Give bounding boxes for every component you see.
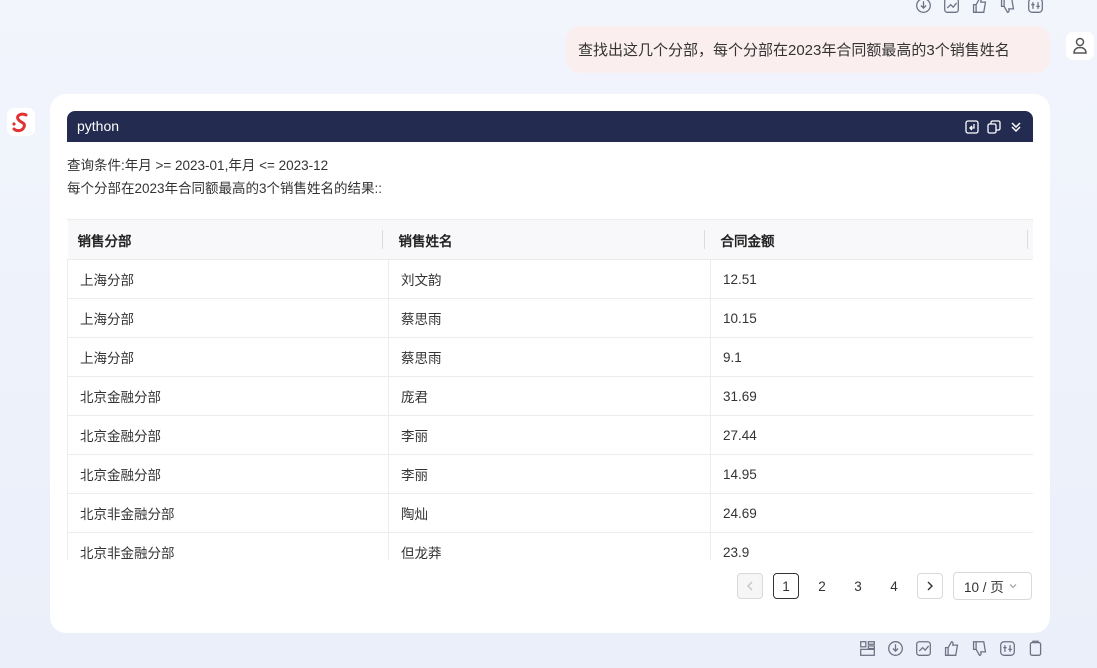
table-row: 北京金融分部 庞君 31.69 — [67, 376, 1033, 416]
table-row: 北京金融分部 李丽 27.44 — [67, 415, 1033, 455]
table-row: 上海分部 蔡思雨 10.15 — [67, 298, 1033, 338]
code-block-header: python — [67, 111, 1033, 142]
column-header[interactable]: 销售分部 — [67, 220, 389, 260]
table-row: 上海分部 刘文韵 12.51 — [67, 259, 1033, 299]
user-message-text: 查找出这几个分部，每个分部在2023年合同额最高的3个销售姓名 — [578, 42, 1010, 59]
query-condition: 查询条件:年月 >= 2023-01,年月 <= 2023-12 — [67, 158, 329, 173]
page-number-button[interactable]: 1 — [773, 573, 799, 599]
table-cell: 蔡思雨 — [388, 337, 711, 377]
result-title: 每个分部在2023年合同额最高的3个销售姓名的结果:: — [67, 181, 383, 196]
thumbs-down-icon[interactable] — [998, 0, 1017, 15]
prev-page-button[interactable] — [737, 573, 763, 599]
table-cell: 蔡思雨 — [388, 298, 711, 338]
table-row: 北京金融分部 李丽 14.95 — [67, 454, 1033, 494]
table-cell: 刘文韵 — [388, 259, 711, 299]
table-header-row: 销售分部 销售姓名 合同金额 — [67, 220, 1033, 260]
table-cell: 上海分部 — [67, 337, 389, 377]
table-cell: 14.95 — [710, 454, 1033, 494]
table-cell: 上海分部 — [67, 298, 389, 338]
table-cell: 但龙莽 — [388, 532, 711, 560]
table-cell: 23.9 — [710, 532, 1033, 560]
download-icon[interactable] — [886, 639, 905, 658]
table-row: 北京非金融分部 但龙莽 23.9 — [67, 532, 1033, 560]
chevron-down-icon — [1008, 581, 1018, 591]
table-cell: 12.51 — [710, 259, 1033, 299]
thumbs-up-icon[interactable] — [942, 639, 961, 658]
column-header[interactable]: 合同金额 — [710, 220, 1033, 260]
table-cell: 北京非金融分部 — [67, 493, 389, 533]
table-cell: 上海分部 — [67, 259, 389, 299]
assistant-response-card: python 查询条件:年月 >= 2023-01,年月 <= 2023-12 … — [50, 94, 1050, 633]
page-size-select[interactable]: 10 / 页 — [953, 572, 1032, 600]
table-cell: 庞君 — [388, 376, 711, 416]
table-cell: 北京金融分部 — [67, 454, 389, 494]
user-message-bubble: 查找出这几个分部，每个分部在2023年合同额最高的3个销售姓名 — [566, 26, 1050, 73]
layout-icon[interactable] — [858, 639, 877, 658]
table-cell: 陶灿 — [388, 493, 711, 533]
page-size-value: 10 / 页 — [964, 580, 1004, 595]
table-cell: 31.69 — [710, 376, 1033, 416]
top-message-actions — [914, 0, 1045, 15]
table-cell: 24.69 — [710, 493, 1033, 533]
settings-icon[interactable] — [998, 639, 1017, 658]
code-language-label: python — [77, 118, 120, 134]
result-table[interactable]: 销售分部 销售姓名 合同金额 上海分部 刘文韵 12.51 上海分部 蔡思雨 10.15… — [67, 219, 1033, 560]
collapse-icon[interactable] — [1009, 120, 1023, 134]
table-row: 上海分部 蔡思雨 9.1 — [67, 337, 1033, 377]
table-cell: 27.44 — [710, 415, 1033, 455]
insert-icon[interactable] — [965, 119, 979, 134]
chevron-right-icon — [926, 581, 934, 591]
column-header[interactable]: 销售姓名 — [388, 220, 711, 260]
table-cell: 9.1 — [710, 337, 1033, 377]
page-number-button[interactable]: 3 — [845, 573, 871, 599]
table-cell: 10.15 — [710, 298, 1033, 338]
table-cell: 北京金融分部 — [67, 415, 389, 455]
bottom-message-actions — [858, 639, 1045, 658]
user-icon — [1072, 37, 1088, 55]
page-number-button[interactable]: 4 — [881, 573, 907, 599]
chevron-left-icon — [746, 581, 754, 591]
table-cell: 李丽 — [388, 454, 711, 494]
clipboard-icon[interactable] — [1026, 639, 1045, 658]
table-cell: 李丽 — [388, 415, 711, 455]
thumbs-down-icon[interactable] — [970, 639, 989, 658]
chart-icon[interactable] — [914, 639, 933, 658]
assistant-logo-icon — [10, 111, 32, 133]
code-block-actions — [965, 111, 1023, 142]
thumbs-up-icon[interactable] — [970, 0, 989, 15]
download-icon[interactable] — [914, 0, 933, 15]
page-number-button[interactable]: 2 — [809, 573, 835, 599]
table-cell: 北京非金融分部 — [67, 532, 389, 560]
chart-icon[interactable] — [942, 0, 961, 15]
next-page-button[interactable] — [917, 573, 943, 599]
pagination: 1 2 3 4 10 / 页 — [737, 572, 1032, 600]
assistant-avatar — [7, 108, 35, 136]
settings-icon[interactable] — [1026, 0, 1045, 15]
table-cell: 北京金融分部 — [67, 376, 389, 416]
user-avatar — [1066, 32, 1094, 60]
copy-icon[interactable] — [987, 119, 1001, 134]
table-row: 北京非金融分部 陶灿 24.69 — [67, 493, 1033, 533]
